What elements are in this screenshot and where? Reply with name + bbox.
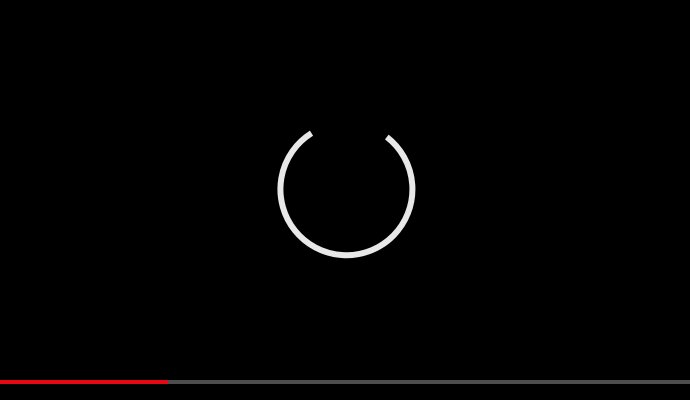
video-player[interactable]	[0, 0, 690, 400]
progress-played	[0, 380, 169, 384]
loading-spinner-icon	[277, 130, 416, 259]
progress-bar[interactable]	[0, 380, 690, 384]
